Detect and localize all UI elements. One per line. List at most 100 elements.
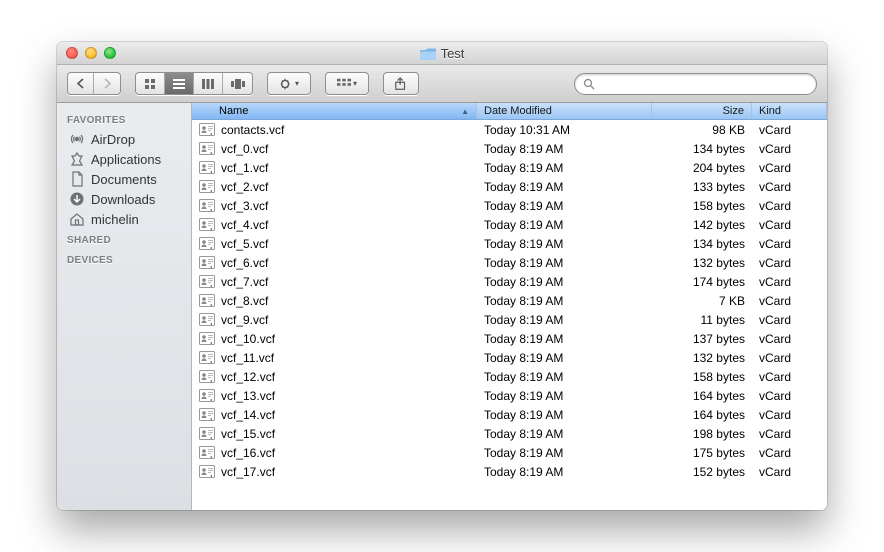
search-input[interactable] [600, 77, 808, 91]
vcard-icon [199, 179, 215, 194]
sidebar-heading[interactable]: FAVORITES [57, 109, 191, 129]
sidebar-item-downloads[interactable]: Downloads [57, 189, 191, 209]
action-button[interactable]: ▾ [267, 72, 311, 95]
share-button[interactable] [383, 72, 419, 95]
cell-date: Today 8:19 AM [477, 351, 652, 365]
file-rows[interactable]: contacts.vcfToday 10:31 AM98 KBvCardvcf_… [192, 120, 827, 510]
file-row[interactable]: vcf_8.vcfToday 8:19 AM7 KBvCard [192, 291, 827, 310]
file-row[interactable]: vcf_6.vcfToday 8:19 AM132 bytesvCard [192, 253, 827, 272]
sidebar: FAVORITESAirDrop Applications DocumentsDow… [57, 103, 192, 510]
cell-kind: vCard [752, 275, 827, 289]
cell-date: Today 8:19 AM [477, 180, 652, 194]
column-headers: Name▲ Date Modified Size Kind [192, 103, 827, 120]
cell-size: 152 bytes [652, 465, 752, 479]
file-name: vcf_4.vcf [221, 218, 268, 232]
titlebar[interactable]: Test [57, 42, 827, 65]
toolbar: ▾ ▾ [57, 65, 827, 103]
cell-date: Today 8:19 AM [477, 237, 652, 251]
cell-kind: vCard [752, 256, 827, 270]
sidebar-item-label: michelin [91, 212, 139, 227]
file-row[interactable]: vcf_15.vcfToday 8:19 AM198 bytesvCard [192, 424, 827, 443]
file-row[interactable]: vcf_13.vcfToday 8:19 AM164 bytesvCard [192, 386, 827, 405]
file-row[interactable]: vcf_5.vcfToday 8:19 AM134 bytesvCard [192, 234, 827, 253]
cell-kind: vCard [752, 237, 827, 251]
cell-kind: vCard [752, 465, 827, 479]
cell-date: Today 8:19 AM [477, 199, 652, 213]
vcard-icon [199, 369, 215, 384]
sort-indicator-icon: ▲ [461, 107, 469, 116]
icon-view-button[interactable] [136, 73, 165, 94]
file-name: vcf_11.vcf [221, 351, 274, 365]
file-row[interactable]: contacts.vcfToday 10:31 AM98 KBvCard [192, 120, 827, 139]
cell-date: Today 8:19 AM [477, 218, 652, 232]
file-name: vcf_6.vcf [221, 256, 268, 270]
vcard-icon [199, 312, 215, 327]
column-size[interactable]: Size [652, 103, 752, 119]
file-row[interactable]: vcf_7.vcfToday 8:19 AM174 bytesvCard [192, 272, 827, 291]
cell-date: Today 10:31 AM [477, 123, 652, 137]
vcard-icon [199, 331, 215, 346]
cell-kind: vCard [752, 332, 827, 346]
minimize-button[interactable] [85, 47, 97, 59]
sidebar-item-airdrop[interactable]: AirDrop [57, 129, 191, 149]
cell-size: 134 bytes [652, 142, 752, 156]
cell-size: 164 bytes [652, 408, 752, 422]
cell-size: 175 bytes [652, 446, 752, 460]
file-row[interactable]: vcf_0.vcfToday 8:19 AM134 bytesvCard [192, 139, 827, 158]
back-button[interactable] [68, 73, 94, 94]
file-name: vcf_12.vcf [221, 370, 275, 384]
cell-kind: vCard [752, 123, 827, 137]
file-row[interactable]: vcf_14.vcfToday 8:19 AM164 bytesvCard [192, 405, 827, 424]
file-name: vcf_1.vcf [221, 161, 268, 175]
file-name: vcf_10.vcf [221, 332, 275, 346]
cell-name: vcf_3.vcf [192, 198, 477, 213]
vcard-icon [199, 217, 215, 232]
column-kind[interactable]: Kind [752, 103, 827, 119]
sidebar-item-documents[interactable]: Documents [57, 169, 191, 189]
coverflow-view-button[interactable] [223, 73, 252, 94]
vcard-icon [199, 255, 215, 270]
finder-window: Test ▾ ▾ FAVORITESAirDrop Applications Doc… [57, 42, 827, 510]
window-title-text: Test [441, 46, 465, 61]
cell-name: vcf_13.vcf [192, 388, 477, 403]
file-name: vcf_15.vcf [221, 427, 275, 441]
close-button[interactable] [66, 47, 78, 59]
column-name[interactable]: Name▲ [192, 103, 477, 119]
folder-icon [420, 47, 436, 60]
file-row[interactable]: vcf_17.vcfToday 8:19 AM152 bytesvCard [192, 462, 827, 481]
cell-date: Today 8:19 AM [477, 427, 652, 441]
cell-date: Today 8:19 AM [477, 408, 652, 422]
cell-kind: vCard [752, 142, 827, 156]
airdrop-icon [69, 131, 85, 147]
forward-button[interactable] [94, 73, 120, 94]
cell-size: 204 bytes [652, 161, 752, 175]
arrange-button[interactable]: ▾ [325, 72, 369, 95]
file-row[interactable]: vcf_12.vcfToday 8:19 AM158 bytesvCard [192, 367, 827, 386]
sidebar-heading[interactable]: DEVICES [57, 249, 191, 269]
list-view-button[interactable] [165, 73, 194, 94]
sidebar-item-michelin[interactable]: michelin [57, 209, 191, 229]
file-row[interactable]: vcf_9.vcfToday 8:19 AM11 bytesvCard [192, 310, 827, 329]
vcard-icon [199, 426, 215, 441]
file-row[interactable]: vcf_10.vcfToday 8:19 AM137 bytesvCard [192, 329, 827, 348]
sidebar-item-applications[interactable]: Applications [57, 149, 191, 169]
sidebar-heading[interactable]: SHARED [57, 229, 191, 249]
column-date[interactable]: Date Modified [477, 103, 652, 119]
column-view-button[interactable] [194, 73, 223, 94]
file-row[interactable]: vcf_2.vcfToday 8:19 AM133 bytesvCard [192, 177, 827, 196]
file-row[interactable]: vcf_3.vcfToday 8:19 AM158 bytesvCard [192, 196, 827, 215]
sidebar-item-label: Applications [91, 152, 161, 167]
file-row[interactable]: vcf_4.vcfToday 8:19 AM142 bytesvCard [192, 215, 827, 234]
cell-name: vcf_4.vcf [192, 217, 477, 232]
cell-name: vcf_16.vcf [192, 445, 477, 460]
file-row[interactable]: vcf_16.vcfToday 8:19 AM175 bytesvCard [192, 443, 827, 462]
cell-size: 134 bytes [652, 237, 752, 251]
zoom-button[interactable] [104, 47, 116, 59]
nav-buttons [67, 72, 121, 95]
search-field[interactable] [574, 73, 817, 95]
file-row[interactable]: vcf_1.vcfToday 8:19 AM204 bytesvCard [192, 158, 827, 177]
cell-name: vcf_17.vcf [192, 464, 477, 479]
file-row[interactable]: vcf_11.vcfToday 8:19 AM132 bytesvCard [192, 348, 827, 367]
vcard-icon [199, 445, 215, 460]
vcard-icon [199, 236, 215, 251]
